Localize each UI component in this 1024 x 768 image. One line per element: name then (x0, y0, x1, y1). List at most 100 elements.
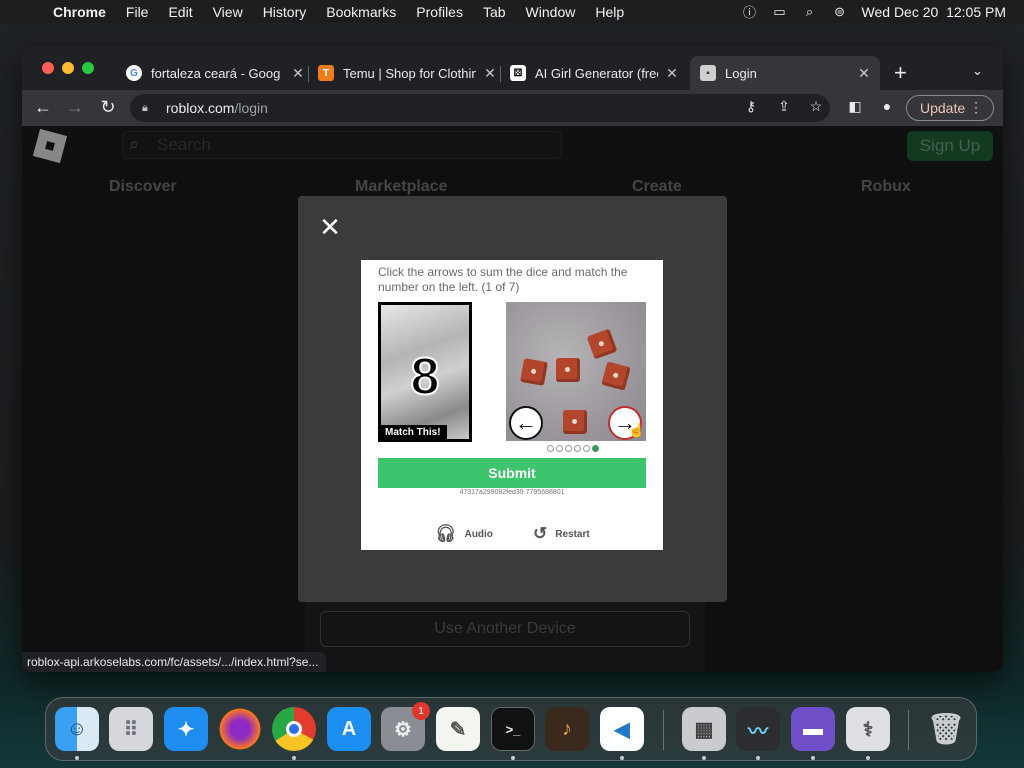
restart-label: Restart (555, 528, 590, 540)
spotlight-search-icon[interactable]: ⌕ (802, 4, 818, 19)
running-indicator (620, 756, 624, 760)
address-bar[interactable]: 🔒︎ roblox.com/login (130, 94, 830, 122)
page-content: ⌕ Search Sign Up Discover Marketplace Cr… (22, 126, 1003, 672)
menubar-clock[interactable]: Wed Dec 20 12:05 PM (862, 4, 1006, 20)
close-tab-icon[interactable]: ✕ (482, 65, 498, 82)
audio-label: Audio (464, 528, 493, 540)
menu-edit[interactable]: Edit (168, 4, 192, 20)
google-icon: G (126, 65, 142, 81)
pointer-cursor-icon: ☝ (628, 422, 646, 438)
bookmark-star-icon[interactable]: ☆ (806, 98, 826, 115)
minimize-window-button[interactable] (62, 62, 74, 74)
menu-view[interactable]: View (213, 4, 243, 20)
page-dot (574, 445, 581, 452)
system-settings-icon[interactable]: ⚙ 1 (381, 702, 430, 751)
zoom-window-button[interactable] (82, 62, 94, 74)
tab-login[interactable]: ▪ Login ✕ (690, 56, 880, 90)
apple-configurator-icon[interactable]: ▬ (791, 707, 835, 751)
menu-bookmarks[interactable]: Bookmarks (326, 4, 396, 20)
tab-temu[interactable]: T Temu | Shop for Clothin ✕ (318, 56, 498, 90)
window-controls (42, 62, 94, 74)
audio-button[interactable]: 🎧︎ Audio (435, 524, 493, 544)
update-label: Update (920, 100, 966, 116)
url-host: roblox.com (166, 100, 235, 116)
tab-title: Temu | Shop for Clothin (343, 65, 476, 81)
macos-dock: ☺ ⠿ ✦ A ⚙ 1 ✎ >_ ♪ ◀ ▦ 〰 ▬ ⚕ 🗑︎ (45, 697, 977, 761)
safari-icon[interactable]: ✦ (164, 707, 208, 751)
page-indicator (547, 445, 599, 452)
page-dot (565, 445, 572, 452)
restart-button[interactable]: ↺ Restart (533, 524, 590, 544)
more-menu-icon[interactable]: ⋮ (969, 99, 983, 116)
browser-toolbar: ← → ↻ 🔒︎ roblox.com/login ⚷ ⇪ ☆ ◧ ● Upda… (22, 90, 1003, 126)
captcha-modal: ✕ Click the arrows to sum the dice and m… (298, 196, 727, 602)
tab-ai-girl-generator[interactable]: ⚄ AI Girl Generator (free ✕ (510, 56, 680, 90)
boot-camp-icon[interactable]: ▦ (682, 707, 726, 751)
finder-icon[interactable]: ☺ (55, 707, 99, 751)
menu-history[interactable]: History (263, 4, 307, 20)
tab-title: AI Girl Generator (free (535, 65, 658, 81)
trash-icon[interactable]: 🗑︎ (924, 707, 968, 751)
reload-icon[interactable]: ↻ (97, 97, 119, 118)
captcha-instructions: Click the arrows to sum the dice and mat… (378, 265, 628, 294)
vscode-icon[interactable]: ◀ (600, 707, 644, 751)
firefox-icon[interactable] (218, 707, 262, 751)
share-icon[interactable]: ⇪ (774, 98, 794, 115)
disk-utility-icon[interactable]: ⚕ (846, 707, 890, 751)
headphones-icon: 🎧︎ (435, 524, 457, 543)
activity-monitor-icon[interactable]: 〰 (736, 707, 780, 751)
menu-help[interactable]: Help (595, 4, 624, 20)
control-center-icon[interactable]: ⊜ (832, 4, 848, 19)
close-tab-icon[interactable]: ✕ (290, 65, 306, 82)
update-button[interactable]: Update ⋮ (906, 95, 994, 121)
menu-tab[interactable]: Tab (483, 4, 506, 20)
back-arrow-icon[interactable]: ← (32, 97, 54, 118)
key-icon[interactable]: ⚷ (741, 98, 761, 115)
roblox-icon: ▪ (700, 65, 716, 81)
textedit-icon[interactable]: ✎ (436, 707, 480, 751)
die (563, 410, 587, 434)
submit-button[interactable]: Submit (378, 458, 646, 488)
screen-mirror-icon[interactable]: ▭ (772, 4, 788, 19)
status-bar-url: roblox-api.arkoselabs.com/fc/assets/.../… (22, 652, 327, 672)
close-icon[interactable]: ✕ (318, 214, 342, 240)
chrome-icon[interactable] (272, 707, 316, 751)
side-panel-icon[interactable]: ◧ (845, 98, 865, 115)
garageband-icon[interactable]: ♪ (545, 707, 589, 751)
dice-image: ← → ☝ (506, 302, 646, 441)
page-dot (547, 445, 554, 452)
page-dot (583, 445, 590, 452)
new-tab-icon[interactable]: + (894, 60, 907, 86)
tab-title: fortaleza ceará - Goog (151, 65, 281, 81)
running-indicator (866, 756, 870, 760)
previous-arrow-button[interactable]: ← (509, 406, 543, 440)
running-indicator (292, 756, 296, 760)
info-icon[interactable]: ⓘ (742, 5, 758, 20)
menu-file[interactable]: File (126, 4, 149, 20)
chrome-center-icon (286, 721, 302, 737)
menu-app-name[interactable]: Chrome (53, 4, 106, 20)
chevron-down-icon[interactable]: ⌄ (972, 63, 983, 79)
page-dot-active (592, 445, 599, 452)
lock-icon[interactable]: 🔒︎ (142, 102, 156, 115)
running-indicator (756, 756, 760, 760)
launchpad-icon[interactable]: ⠿ (109, 707, 153, 751)
url-path: /login (234, 100, 268, 116)
close-tab-icon[interactable]: ✕ (664, 65, 680, 82)
profile-icon[interactable]: ● (877, 98, 897, 114)
terminal-icon[interactable]: >_ (491, 707, 535, 751)
menu-profiles[interactable]: Profiles (416, 4, 463, 20)
forward-arrow-icon[interactable]: → (64, 97, 86, 118)
macos-menubar: Chrome File Edit View History Bookmarks … (0, 0, 1024, 23)
die (556, 358, 580, 382)
die (586, 328, 618, 360)
tab-strip: G fortaleza ceará - Goog ✕ T Temu | Shop… (22, 46, 1003, 90)
close-window-button[interactable] (42, 62, 54, 74)
tab-google[interactable]: G fortaleza ceará - Goog ✕ (126, 56, 306, 90)
menu-window[interactable]: Window (526, 4, 576, 20)
app-store-icon[interactable]: A (327, 707, 371, 751)
chrome-window: G fortaleza ceará - Goog ✕ T Temu | Shop… (22, 46, 1003, 672)
tab-title: Login (725, 65, 757, 81)
close-tab-icon[interactable]: ✕ (856, 65, 872, 82)
tab-divider (500, 66, 501, 82)
